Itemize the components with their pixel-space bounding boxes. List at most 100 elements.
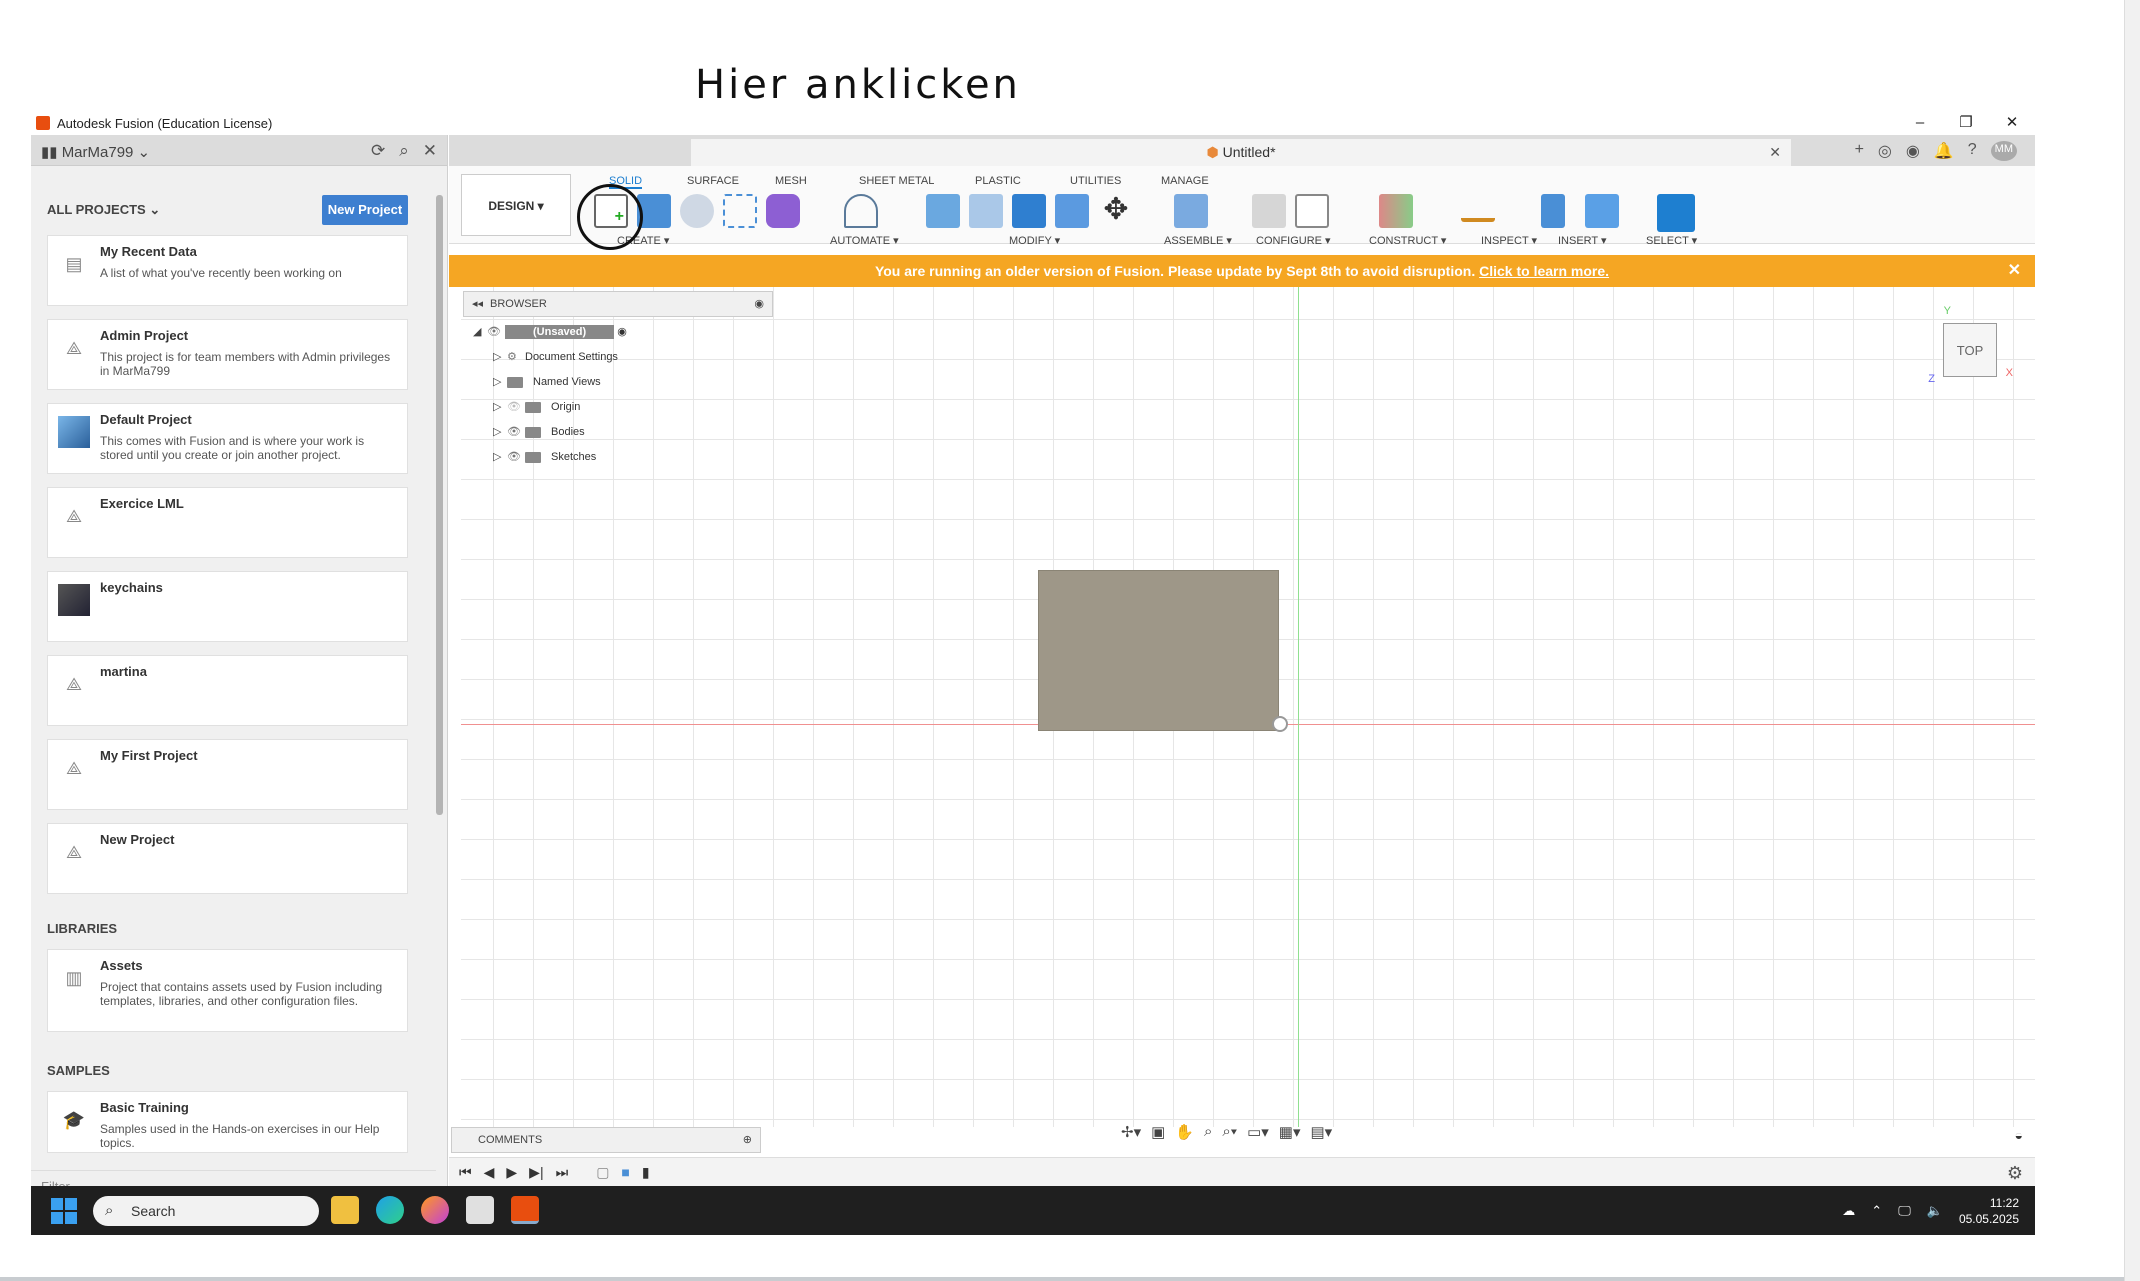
document-tab[interactable]: ⬢ Untitled* ✕ bbox=[691, 139, 1791, 166]
browser-item-document-settings[interactable]: ▷ ⚙ Document Settings bbox=[493, 350, 618, 363]
extensions-icon[interactable]: ◎ bbox=[1878, 141, 1892, 161]
all-projects-header[interactable]: ALL PROJECTS ⌄ bbox=[47, 202, 160, 218]
weather-icon[interactable]: ☁ bbox=[1842, 1203, 1855, 1219]
new-tab-icon[interactable]: + bbox=[1855, 141, 1864, 161]
network-icon[interactable]: 🖵 bbox=[1898, 1203, 1911, 1219]
close-panel-icon[interactable]: ✕ bbox=[423, 141, 437, 161]
project-card[interactable]: ⟁ New Project bbox=[47, 823, 408, 894]
avatar[interactable]: MM bbox=[1990, 141, 2017, 161]
look-at-icon[interactable]: ▣ bbox=[1151, 1123, 1165, 1141]
job-status-icon[interactable]: ◉ bbox=[1906, 141, 1920, 161]
learn-more-link[interactable]: Click to learn more. bbox=[1479, 263, 1609, 279]
comments-panel-header[interactable]: COMMENTS ⊕ bbox=[451, 1127, 761, 1153]
search-icon[interactable]: ⌕ bbox=[399, 141, 409, 161]
eye-icon[interactable]: 👁 bbox=[507, 450, 525, 463]
new-project-button[interactable]: New Project bbox=[322, 195, 408, 225]
minimize-button[interactable]: – bbox=[1897, 110, 1943, 135]
start-button[interactable] bbox=[51, 1198, 77, 1224]
project-card[interactable]: ⟁ martina bbox=[47, 655, 408, 726]
project-card[interactable]: ▤ My Recent Data A list of what you've rec… bbox=[47, 235, 408, 306]
snipping-tool-icon[interactable] bbox=[466, 1196, 494, 1224]
add-comment-icon[interactable]: ⊕ bbox=[743, 1128, 752, 1152]
eye-icon[interactable]: 👁 bbox=[487, 325, 505, 338]
notifications-icon[interactable]: 🔔 bbox=[1934, 141, 1954, 161]
play-icon[interactable]: ▶ bbox=[506, 1164, 517, 1181]
timeline-settings-icon[interactable]: ⚙ bbox=[2007, 1163, 2023, 1184]
tab-utilities[interactable]: UTILITIES bbox=[1070, 175, 1121, 187]
construct-menu[interactable]: CONSTRUCT ▾ bbox=[1369, 234, 1446, 247]
configure-menu[interactable]: CONFIGURE ▾ bbox=[1256, 234, 1331, 247]
browser-panel-header[interactable]: ◂◂ BROWSER ◉ bbox=[463, 291, 773, 317]
revolve-icon[interactable] bbox=[680, 194, 714, 228]
select-menu[interactable]: SELECT ▾ bbox=[1646, 234, 1697, 247]
project-card[interactable]: ⟁ Exercice LML bbox=[47, 487, 408, 558]
offset-plane-icon[interactable] bbox=[1379, 194, 1413, 228]
press-pull-icon[interactable] bbox=[926, 194, 960, 228]
table-icon[interactable] bbox=[1295, 194, 1329, 228]
close-tab-icon[interactable]: ✕ bbox=[1769, 139, 1781, 166]
sketch-rectangle[interactable] bbox=[1038, 570, 1279, 731]
origin-point[interactable] bbox=[1272, 716, 1288, 732]
tab-mesh[interactable]: MESH bbox=[775, 175, 807, 187]
browser-item-sketches[interactable]: ▷ 👁 Sketches bbox=[493, 450, 596, 463]
viewport-canvas[interactable]: ◂◂ BROWSER ◉ ◢ 👁 (Unsaved) ◉ ▷ ⚙ Document Se… bbox=[461, 287, 2035, 1127]
automate-icon[interactable] bbox=[844, 194, 878, 228]
assemble-menu[interactable]: ASSEMBLE ▾ bbox=[1164, 234, 1232, 247]
activate-icon[interactable]: ◉ bbox=[617, 326, 627, 338]
browser-item-origin[interactable]: ▷ 👁 Origin bbox=[493, 400, 580, 413]
browser-pin-icon[interactable]: ◉ bbox=[754, 292, 764, 316]
tab-sheet-metal[interactable]: SHEET METAL bbox=[859, 175, 934, 187]
fit-icon[interactable]: ⌕▾ bbox=[1222, 1123, 1237, 1141]
collapse-browser-icon[interactable]: ◂◂ bbox=[472, 292, 483, 316]
display-settings-icon[interactable]: ▭▾ bbox=[1247, 1123, 1269, 1141]
measure-icon[interactable] bbox=[1461, 202, 1495, 222]
go-to-end-icon[interactable]: ⏭ bbox=[556, 1164, 569, 1181]
tab-plastic[interactable]: PLASTIC bbox=[975, 175, 1021, 187]
firefox-icon[interactable] bbox=[421, 1196, 449, 1224]
viewcube[interactable]: TOP bbox=[1943, 323, 1997, 377]
browser-item-bodies[interactable]: ▷ 👁 Bodies bbox=[493, 425, 585, 438]
edge-icon[interactable] bbox=[376, 1196, 404, 1224]
shell-icon[interactable] bbox=[1055, 194, 1089, 228]
select-icon[interactable] bbox=[1657, 194, 1695, 232]
eye-icon[interactable]: 👁 bbox=[507, 425, 525, 438]
inspect-menu[interactable]: INSPECT ▾ bbox=[1481, 234, 1537, 247]
show-hidden-icons[interactable]: ⌃ bbox=[1871, 1203, 1882, 1219]
chamfer-icon[interactable] bbox=[1012, 194, 1046, 228]
timeline-marker-icon[interactable]: ▮ bbox=[642, 1164, 650, 1181]
form-icon[interactable] bbox=[766, 194, 800, 228]
timeline-extrude-icon[interactable]: ■ bbox=[621, 1164, 629, 1181]
browser-item-named-views[interactable]: ▷ Named Views bbox=[493, 375, 601, 388]
automate-menu[interactable]: AUTOMATE ▾ bbox=[830, 234, 899, 247]
viewports-icon[interactable]: ▤▾ bbox=[1311, 1123, 1333, 1141]
grid-settings-icon[interactable]: ▦▾ bbox=[1279, 1123, 1301, 1141]
orbit-icon[interactable]: ✢▾ bbox=[1121, 1123, 1141, 1141]
go-to-start-icon[interactable]: ⏮ bbox=[459, 1164, 472, 1181]
fillet-icon[interactable] bbox=[969, 194, 1003, 228]
step-back-icon[interactable]: ◀ bbox=[484, 1164, 495, 1181]
project-card[interactable]: ⟁ Admin Project This project is for team m… bbox=[47, 319, 408, 390]
data-panel-scrollbar[interactable] bbox=[436, 195, 443, 815]
step-forward-icon[interactable]: ▶| bbox=[529, 1164, 543, 1181]
insert-derive-icon[interactable] bbox=[1541, 194, 1565, 228]
timeline-sketch-icon[interactable]: ▢ bbox=[596, 1164, 609, 1181]
sample-card[interactable]: 🎓 Basic Training Samples used in the Hands… bbox=[47, 1091, 408, 1153]
project-card[interactable]: ⟁ My First Project bbox=[47, 739, 408, 810]
fusion-taskbar-icon[interactable] bbox=[511, 1196, 539, 1224]
close-banner-icon[interactable]: ✕ bbox=[2008, 255, 2021, 287]
volume-icon[interactable]: 🔈 bbox=[1927, 1203, 1943, 1219]
modify-menu[interactable]: MODIFY ▾ bbox=[1009, 234, 1060, 247]
taskbar-search-input[interactable]: ⌕ Search bbox=[93, 1196, 319, 1226]
refresh-icon[interactable]: ⟳ bbox=[371, 141, 385, 161]
project-card[interactable]: keychains bbox=[47, 571, 408, 642]
rectangle-icon[interactable] bbox=[723, 194, 757, 228]
clock[interactable]: 11:22 05.05.2025 bbox=[1959, 1195, 2019, 1227]
project-card[interactable]: Default Project This comes with Fusion an… bbox=[47, 403, 408, 474]
tab-manage[interactable]: MANAGE bbox=[1161, 175, 1209, 187]
library-card[interactable]: ▥ Assets Project that contains assets used… bbox=[47, 949, 408, 1032]
team-selector[interactable]: ▮▮ MarMa799 ⌄ bbox=[41, 143, 150, 161]
browser-root-node[interactable]: ◢ 👁 (Unsaved) ◉ bbox=[473, 325, 627, 339]
eye-icon[interactable]: 👁 bbox=[507, 400, 525, 413]
zoom-icon[interactable]: ⌕ bbox=[1204, 1123, 1212, 1141]
move-icon[interactable]: ✥ bbox=[1099, 194, 1133, 228]
